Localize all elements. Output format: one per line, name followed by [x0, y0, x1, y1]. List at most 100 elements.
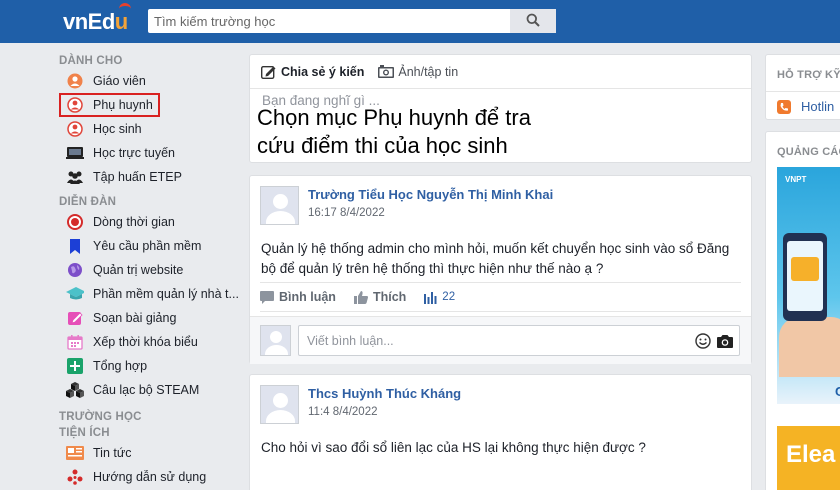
sidebar-item-label: Tổng hợp — [93, 359, 148, 373]
sidebar-item-hoc-truc-tuyen[interactable]: Học trực tuyến — [59, 141, 244, 165]
like-count-value: 22 — [442, 291, 456, 303]
search-button[interactable] — [510, 9, 556, 33]
sidebar-item-label: Tin tức — [93, 446, 132, 460]
tutorial-annotation: Chọn mục Phụ huynh để tra cứu điểm thi c… — [257, 104, 531, 160]
sidebar-item-label: Học trực tuyến — [93, 146, 176, 160]
sidebar-item-label: Soạn bài giảng — [93, 311, 177, 325]
comment-label: Bình luận — [279, 290, 336, 304]
support-heading: HỖ TRỢ KỸ — [777, 69, 840, 81]
avatar — [260, 325, 291, 356]
support-panel: HỖ TRỢ KỸ Hotlin — [765, 54, 840, 120]
sidebar-item-tin-tuc[interactable]: Tin tức — [59, 441, 244, 465]
logo-text-accent: u — [115, 3, 131, 35]
search-input[interactable] — [148, 9, 510, 33]
section-heading-dien-dan: DIỄN ĐÀN — [59, 196, 117, 208]
plus-box-icon — [66, 357, 84, 375]
timeline-icon — [66, 213, 84, 231]
ad-brand: VNPT — [785, 175, 807, 184]
like-label: Thích — [372, 290, 407, 304]
bookmark-icon — [66, 237, 84, 255]
globe-icon — [66, 261, 84, 279]
top-bar: vnEd u — [0, 0, 840, 43]
tab-photo-file[interactable]: Ảnh/tập tin — [378, 65, 458, 79]
sidebar-item-phu-huynh[interactable]: Phụ huynh — [59, 93, 160, 117]
camera-icon — [378, 65, 395, 78]
graduation-cap-icon — [66, 285, 84, 303]
tab-share-opinion[interactable]: Chia sẻ ý kiến — [261, 65, 364, 79]
cubes-icon — [66, 381, 84, 399]
like-button[interactable]: Thích — [353, 290, 407, 304]
post-meta: Thcs Huỳnh Thúc Kháng 11:4 8/4/2022 — [308, 385, 461, 424]
post-timestamp: 11:4 8/4/2022 — [308, 406, 378, 418]
home-icon — [791, 257, 819, 281]
elearning-ad-banner[interactable]: Elea — [777, 426, 840, 490]
post-body: Cho hỏi vì sao đổi sổ liên lạc của HS lạ… — [261, 440, 646, 455]
tab-label: Chia sẻ ý kiến — [281, 64, 365, 79]
vnpt-ad-banner[interactable]: VNPT C — [777, 167, 840, 404]
online-learning-icon — [66, 144, 84, 162]
post-header: Trường Tiểu Học Nguyễn Thị Minh Khai 16:… — [250, 176, 751, 225]
avatar[interactable] — [260, 385, 299, 424]
post-actions: Bình luận Thích 22 — [260, 282, 741, 312]
sidebar-item-giao-vien[interactable]: Giáo viên — [59, 69, 244, 93]
search-icon — [526, 13, 540, 30]
comment-button[interactable]: Bình luận — [260, 290, 336, 304]
hotline-label: Hotlin — [801, 99, 835, 114]
hotline-link[interactable]: Hotlin — [766, 92, 840, 114]
sidebar-item-tap-huan-etep[interactable]: Tập huấn ETEP — [59, 165, 244, 189]
sidebar-item-label: Dòng thời gian — [93, 215, 175, 229]
feed-post: Trường Tiểu Học Nguyễn Thị Minh Khai 16:… — [249, 175, 752, 364]
annotation-line-1: Chọn mục Phụ huynh để tra — [257, 105, 531, 130]
camera-icon[interactable] — [717, 334, 733, 348]
tab-label: Ảnh/tập tin — [398, 64, 459, 79]
post-author[interactable]: Trường Tiểu Học Nguyễn Thị Minh Khai — [308, 187, 553, 202]
feed-post: Thcs Huỳnh Thúc Kháng 11:4 8/4/2022 Cho … — [249, 374, 752, 490]
post-header: Thcs Huỳnh Thúc Kháng 11:4 8/4/2022 — [250, 375, 751, 424]
like-count-icon — [424, 291, 437, 304]
sidebar-item-label: Hướng dẫn sử dụng — [93, 470, 207, 484]
vnedu-logo[interactable]: vnEd u — [63, 3, 131, 35]
avatar[interactable] — [260, 186, 299, 225]
sidebar-item-phan-mem-quan-ly[interactable]: Phần mềm quản lý nhà t... — [59, 282, 244, 306]
emoji-icon[interactable] — [695, 332, 711, 349]
sidebar-item-yeu-cau-phan-mem[interactable]: Yêu cầu phần mềm — [59, 234, 244, 258]
annotation-line-2: cứu điểm thi của học sinh — [257, 133, 508, 158]
sidebar-item-label: Học sinh — [93, 122, 142, 136]
ads-heading: QUẢNG CÁO — [777, 146, 840, 158]
sidebar-item-huong-dan-su-dung[interactable]: Hướng dẫn sử dụng — [59, 465, 244, 489]
section-heading-danh-cho: DÀNH CHO — [59, 55, 123, 67]
sidebar-item-label: Phụ huynh — [93, 98, 153, 112]
sidebar-item-hoc-sinh[interactable]: Học sinh — [59, 117, 244, 141]
post-timestamp: 16:17 8/4/2022 — [308, 207, 385, 219]
sidebar-item-dong-thoi-gian[interactable]: Dòng thời gian — [59, 210, 244, 234]
student-icon — [66, 120, 84, 138]
comment-input[interactable] — [307, 333, 689, 348]
pencil-icon — [261, 65, 277, 79]
thumbs-up-icon — [353, 290, 368, 304]
sidebar-item-xep-thoi-khoa-bieu[interactable]: Xếp thời khóa biểu — [59, 330, 244, 354]
sidebar-item-tong-hop[interactable]: Tổng hợp — [59, 354, 244, 378]
composer-tabs: Chia sẻ ý kiến Ảnh/tập tin — [250, 55, 751, 89]
sidebar-item-soan-bai-giang[interactable]: Soạn bài giảng — [59, 306, 244, 330]
sidebar-item-label: Yêu cầu phần mềm — [93, 239, 202, 253]
like-count[interactable]: 22 — [424, 291, 455, 304]
sidebar-item-quan-tri-website[interactable]: Quản trị website — [59, 258, 244, 282]
sidebar-item-label: Câu lạc bộ STEAM — [93, 383, 200, 397]
section-heading-truong-hoc: TRƯỜNG HỌC — [59, 411, 142, 423]
news-icon — [66, 444, 84, 462]
sidebar-item-label: Giáo viên — [93, 74, 146, 88]
search-box — [148, 9, 556, 33]
help-icon — [66, 468, 84, 486]
teacher-icon — [66, 72, 84, 90]
ad-hand-graphic — [779, 317, 840, 377]
edit-icon — [66, 309, 84, 327]
post-meta: Trường Tiểu Học Nguyễn Thị Minh Khai 16:… — [308, 186, 553, 225]
ad-text: Elea — [786, 441, 836, 468]
left-sidebar: DÀNH CHO Giáo viên Phụ huynh Học sinh Họ… — [59, 48, 244, 489]
sidebar-item-label: Xếp thời khóa biểu — [93, 335, 198, 349]
sidebar-item-cau-lac-bo-steam[interactable]: Câu lạc bộ STEAM — [59, 378, 244, 402]
training-group-icon — [66, 168, 84, 186]
section-heading-tien-ich: TIỆN ÍCH — [59, 427, 110, 439]
post-author[interactable]: Thcs Huỳnh Thúc Kháng — [308, 386, 461, 401]
sidebar-item-label: Phần mềm quản lý nhà t... — [93, 287, 239, 301]
